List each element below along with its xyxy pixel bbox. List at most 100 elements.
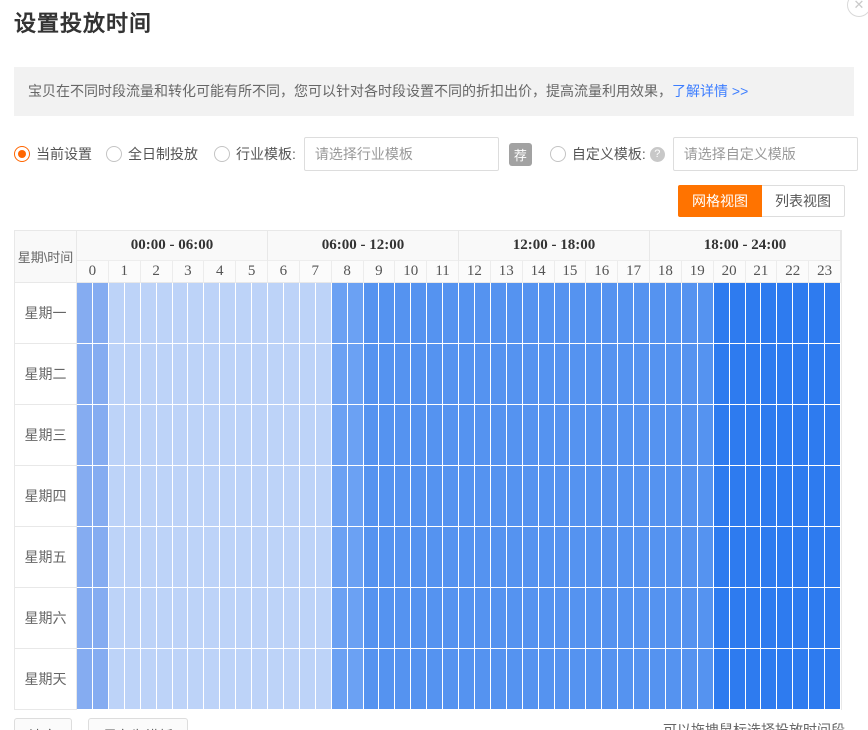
time-slot[interactable] <box>125 283 141 344</box>
radio-industry-template-icon[interactable] <box>214 146 230 162</box>
time-slot[interactable] <box>618 588 634 649</box>
time-slot[interactable] <box>539 283 555 344</box>
time-slot[interactable] <box>618 405 634 466</box>
time-slot[interactable] <box>618 283 634 344</box>
time-slot[interactable] <box>475 344 491 405</box>
time-slot[interactable] <box>364 344 380 405</box>
time-slot[interactable] <box>284 588 300 649</box>
time-slot[interactable] <box>570 527 586 588</box>
time-slot[interactable] <box>93 466 109 527</box>
time-slot[interactable] <box>284 527 300 588</box>
time-slot[interactable] <box>714 588 730 649</box>
time-slot[interactable] <box>523 283 539 344</box>
time-slot[interactable] <box>284 344 300 405</box>
time-slot[interactable] <box>93 344 109 405</box>
time-slot[interactable] <box>539 344 555 405</box>
time-slot[interactable] <box>714 344 730 405</box>
time-slot[interactable] <box>650 649 666 710</box>
time-slot[interactable] <box>157 527 173 588</box>
time-slot[interactable] <box>204 405 220 466</box>
time-slot[interactable] <box>332 466 348 527</box>
time-slot[interactable] <box>427 283 443 344</box>
time-slot[interactable] <box>507 527 523 588</box>
time-slot[interactable] <box>539 527 555 588</box>
time-slot[interactable] <box>395 527 411 588</box>
time-slot[interactable] <box>714 283 730 344</box>
time-slot[interactable] <box>730 405 746 466</box>
time-slot[interactable] <box>268 283 284 344</box>
time-slot[interactable] <box>332 588 348 649</box>
time-slot[interactable] <box>395 466 411 527</box>
time-slot[interactable] <box>793 405 809 466</box>
time-slot[interactable] <box>666 344 682 405</box>
time-slot[interactable] <box>634 527 650 588</box>
time-slot[interactable] <box>793 588 809 649</box>
time-slot[interactable] <box>634 649 650 710</box>
time-slot[interactable] <box>698 344 714 405</box>
time-slot[interactable] <box>825 466 841 527</box>
time-slot[interactable] <box>570 588 586 649</box>
time-slot[interactable] <box>93 283 109 344</box>
time-slot[interactable] <box>491 588 507 649</box>
time-slot[interactable] <box>777 649 793 710</box>
time-slot[interactable] <box>109 466 125 527</box>
time-slot[interactable] <box>379 405 395 466</box>
time-slot[interactable] <box>427 344 443 405</box>
time-slot[interactable] <box>730 527 746 588</box>
time-slot[interactable] <box>491 344 507 405</box>
time-slot[interactable] <box>364 527 380 588</box>
time-slot[interactable] <box>204 283 220 344</box>
time-slot[interactable] <box>761 588 777 649</box>
time-slot[interactable] <box>459 527 475 588</box>
time-slot[interactable] <box>698 649 714 710</box>
time-slot[interactable] <box>268 344 284 405</box>
radio-current-settings[interactable]: 当前设置 <box>14 144 92 164</box>
time-slot[interactable] <box>157 283 173 344</box>
time-slot[interactable] <box>523 588 539 649</box>
time-slot[interactable] <box>220 588 236 649</box>
time-slot[interactable] <box>539 649 555 710</box>
time-slot[interactable] <box>634 405 650 466</box>
time-slot[interactable] <box>411 588 427 649</box>
time-slot[interactable] <box>236 344 252 405</box>
time-slot[interactable] <box>761 466 777 527</box>
time-slot[interactable] <box>427 527 443 588</box>
time-slot[interactable] <box>507 283 523 344</box>
time-slot[interactable] <box>284 649 300 710</box>
time-slot[interactable] <box>459 344 475 405</box>
time-slot[interactable] <box>809 649 825 710</box>
time-slot[interactable] <box>236 283 252 344</box>
time-slot[interactable] <box>618 344 634 405</box>
time-slot[interactable] <box>618 466 634 527</box>
time-slot[interactable] <box>173 466 189 527</box>
time-slot[interactable] <box>746 588 762 649</box>
time-slot[interactable] <box>650 405 666 466</box>
time-slot[interactable] <box>427 405 443 466</box>
time-slot[interactable] <box>188 405 204 466</box>
time-slot[interactable] <box>714 405 730 466</box>
time-slot[interactable] <box>125 588 141 649</box>
time-slot[interactable] <box>443 344 459 405</box>
time-slot[interactable] <box>809 466 825 527</box>
time-slot[interactable] <box>730 283 746 344</box>
time-slot[interactable] <box>491 649 507 710</box>
time-slot[interactable] <box>443 405 459 466</box>
time-slot[interactable] <box>666 649 682 710</box>
time-slot[interactable] <box>698 588 714 649</box>
radio-custom-template-icon[interactable] <box>550 146 566 162</box>
time-slot[interactable] <box>395 588 411 649</box>
time-slot[interactable] <box>777 466 793 527</box>
time-slot[interactable] <box>793 466 809 527</box>
time-slot[interactable] <box>459 405 475 466</box>
time-slot[interactable] <box>77 344 93 405</box>
time-slot[interactable] <box>761 283 777 344</box>
time-slot[interactable] <box>475 405 491 466</box>
time-slot[interactable] <box>220 527 236 588</box>
time-slot[interactable] <box>825 344 841 405</box>
time-slot[interactable] <box>173 527 189 588</box>
time-slot[interactable] <box>236 527 252 588</box>
time-slot[interactable] <box>586 649 602 710</box>
time-slot[interactable] <box>539 405 555 466</box>
time-slot[interactable] <box>730 344 746 405</box>
time-slot[interactable] <box>682 466 698 527</box>
